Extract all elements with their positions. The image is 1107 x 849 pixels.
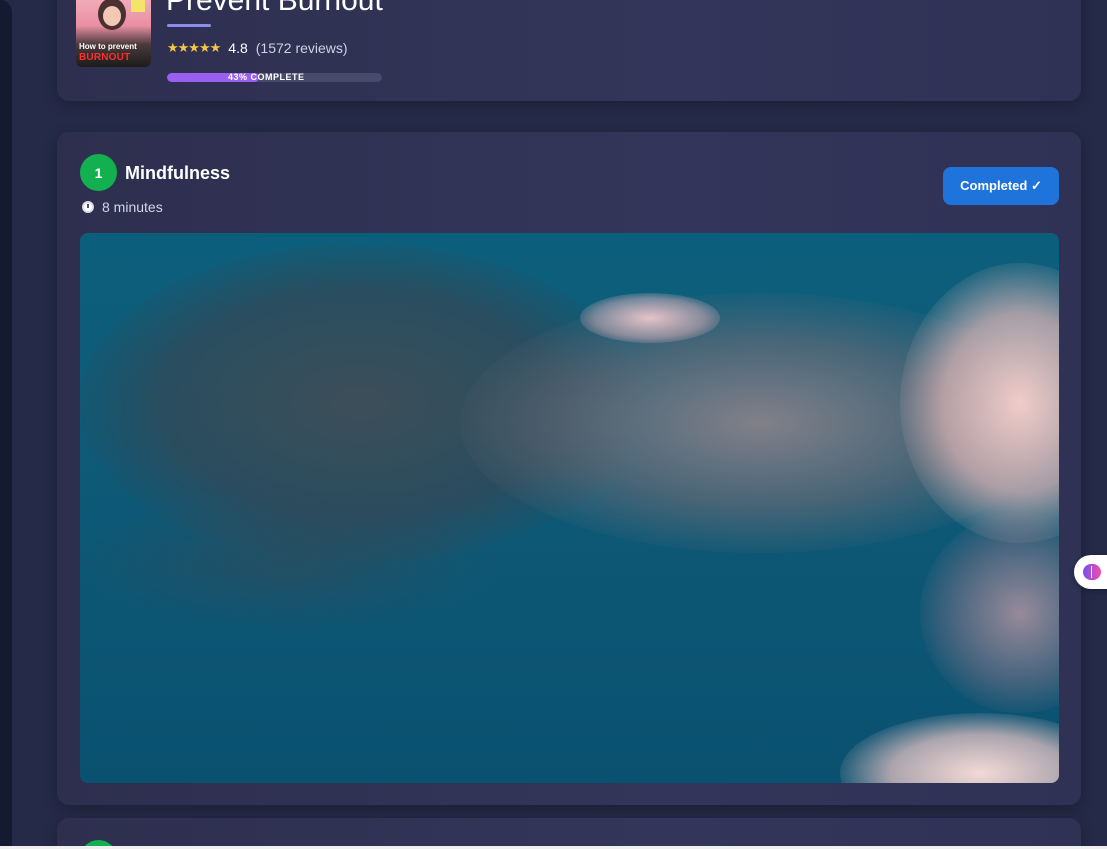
lesson-video-player[interactable] bbox=[80, 233, 1059, 783]
lesson-title: Mindfulness bbox=[125, 163, 231, 183]
thumbnail-sticky-note bbox=[131, 0, 145, 12]
course-header-card: How to prevent BURNOUT Prevent Burnout ★… bbox=[57, 0, 1081, 101]
video-frame-cloud bbox=[80, 493, 500, 633]
completed-button[interactable]: Completed ✓ bbox=[943, 167, 1059, 205]
thumbnail-caption-2: BURNOUT bbox=[79, 52, 131, 63]
rating-row: ★★★★★ 4.8 (1572 reviews) bbox=[167, 40, 348, 56]
review-count: (1572 reviews) bbox=[255, 40, 348, 56]
next-lesson-card[interactable] bbox=[57, 818, 1081, 849]
thumbnail-face bbox=[103, 6, 121, 26]
lesson-card: 1 Mindfulness 8 minutes Completed ✓ bbox=[57, 132, 1081, 805]
assistant-widget-button[interactable] bbox=[1074, 555, 1107, 589]
progress-label: 43% COMPLETE bbox=[228, 73, 305, 82]
video-frame-cloud bbox=[580, 293, 720, 343]
course-thumbnail[interactable]: How to prevent BURNOUT bbox=[76, 0, 151, 67]
brain-icon bbox=[1083, 564, 1101, 580]
star-rating-icon: ★★★★★ bbox=[167, 40, 221, 55]
title-underline bbox=[167, 24, 211, 27]
video-frame-cloud bbox=[840, 713, 1059, 783]
course-progress-bar: 43% COMPLETE bbox=[167, 73, 382, 82]
thumbnail-caption-1: How to prevent bbox=[79, 42, 137, 51]
course-title: Prevent Burnout bbox=[166, 0, 383, 17]
duration-text: 8 minutes bbox=[102, 199, 163, 215]
side-panel-edge bbox=[0, 0, 12, 849]
rating-value: 4.8 bbox=[228, 40, 248, 56]
lesson-duration: 8 minutes bbox=[82, 199, 163, 215]
stopwatch-icon bbox=[82, 201, 94, 213]
video-frame-cloud bbox=[920, 513, 1059, 713]
lesson-number-badge: 1 bbox=[80, 154, 117, 191]
